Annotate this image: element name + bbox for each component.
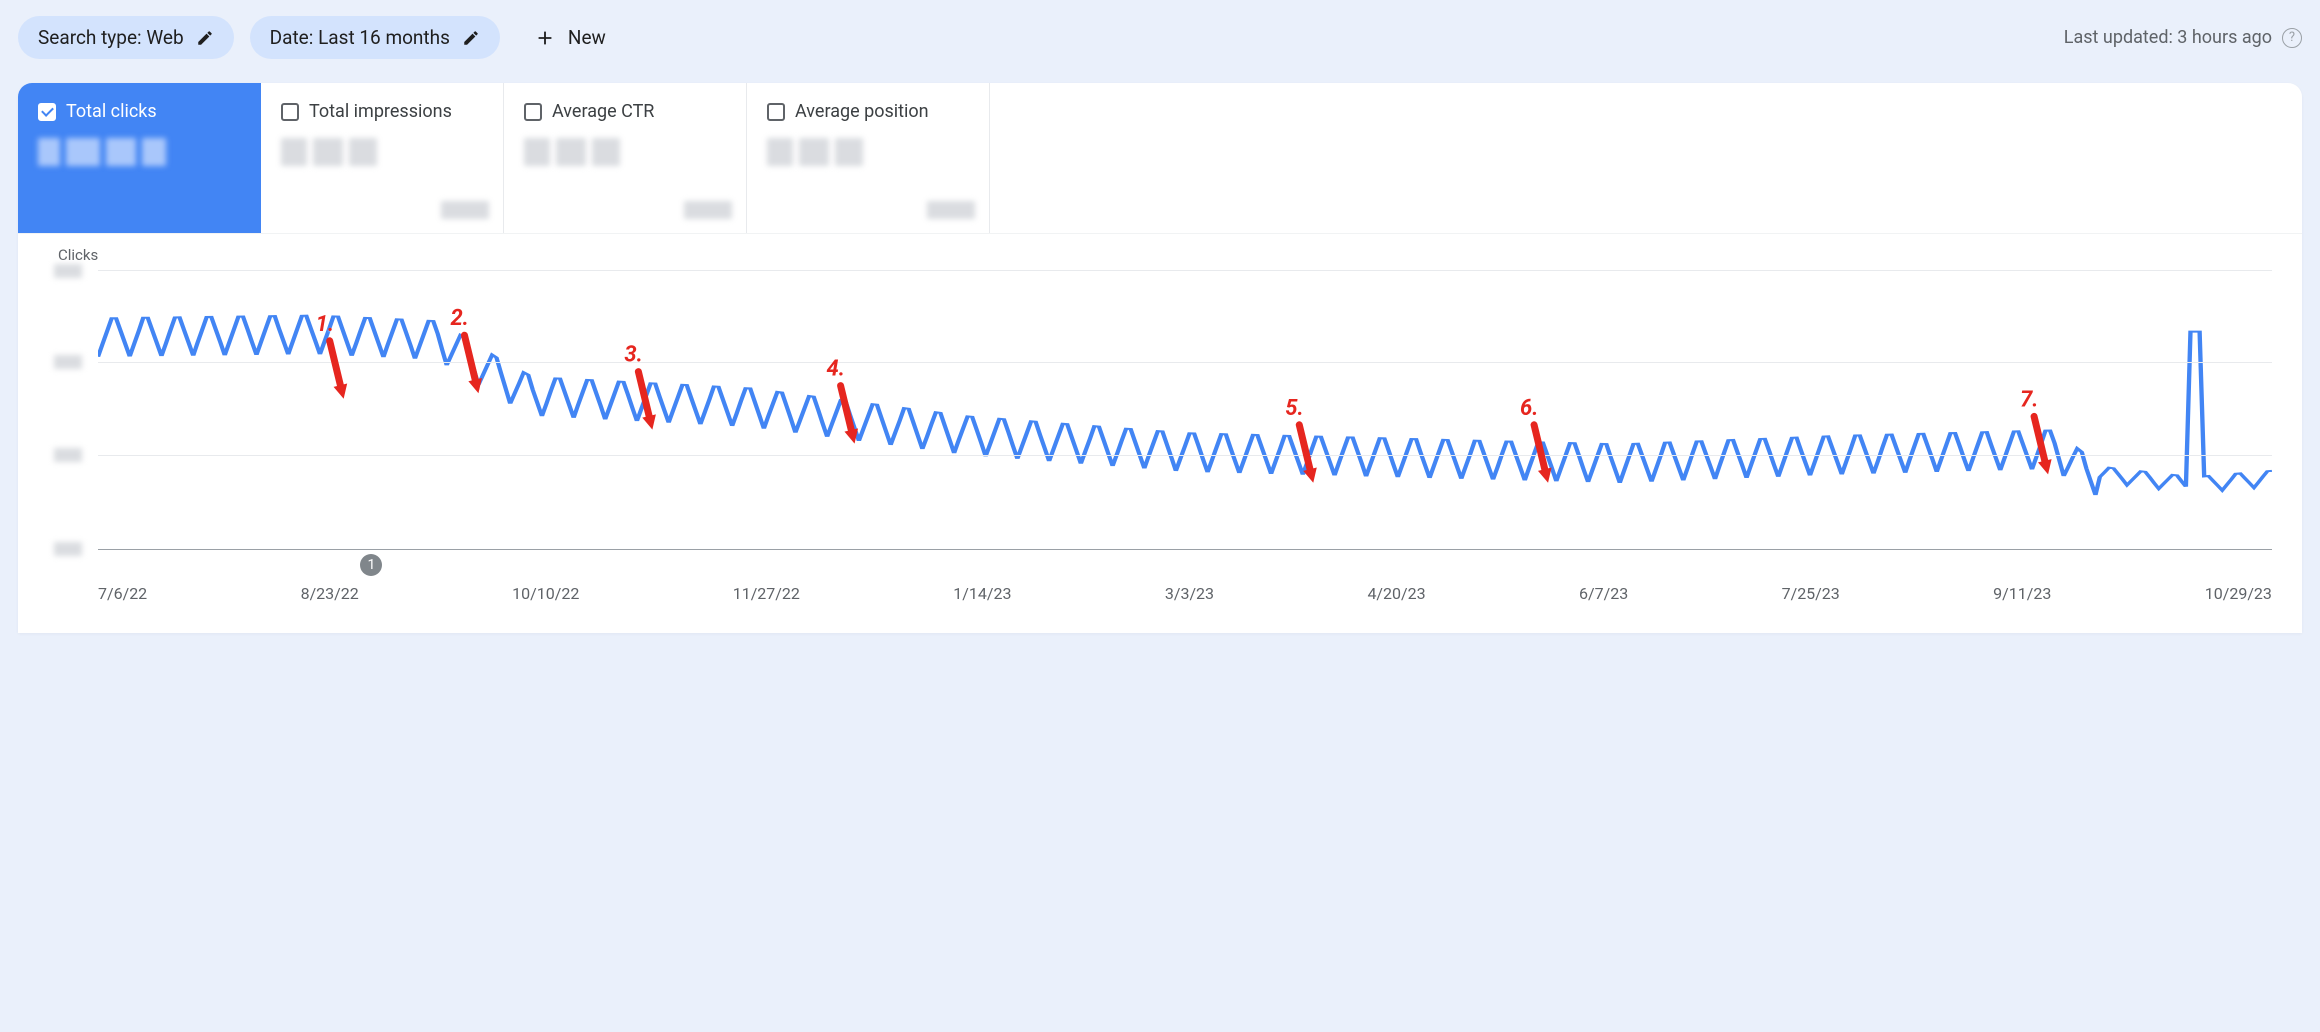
- last-updated-text: Last updated: 3 hours ago: [2064, 27, 2272, 48]
- y-tick-redacted: [54, 542, 82, 556]
- checkbox-icon: [767, 103, 785, 121]
- new-label: New: [568, 26, 606, 49]
- search-type-chip[interactable]: Search type: Web: [18, 16, 234, 59]
- metric-tab-clicks[interactable]: Total clicks: [18, 83, 261, 233]
- plus-icon: [534, 27, 556, 49]
- x-tick: 1/14/23: [953, 584, 1011, 603]
- pencil-icon: [196, 29, 214, 47]
- x-tick: 6/7/23: [1579, 584, 1628, 603]
- last-updated: Last updated: 3 hours ago ?: [2064, 27, 2302, 48]
- x-tick: 7/6/22: [98, 584, 147, 603]
- x-tick: 7/25/23: [1782, 584, 1840, 603]
- x-tick: 3/3/23: [1165, 584, 1214, 603]
- x-tick: 9/11/23: [1993, 584, 2051, 603]
- date-range-chip[interactable]: Date: Last 16 months: [250, 16, 500, 59]
- metric-label: Average CTR: [552, 101, 654, 122]
- y-tick-redacted: [54, 264, 82, 278]
- pencil-icon: [462, 29, 480, 47]
- checkbox-icon: [38, 103, 56, 121]
- y-axis-label: Clicks: [58, 246, 2272, 264]
- metric-value-redacted: [524, 138, 726, 166]
- chart-area: Clicks 1.2.3.4.5.6.7. 1 7/6/22 8/23/22 10/…: [18, 234, 2302, 603]
- date-range-label: Date: Last 16 months: [270, 26, 450, 49]
- y-tick-redacted: [54, 448, 82, 462]
- metric-value-redacted: [281, 138, 483, 166]
- metric-tab-ctr[interactable]: Average CTR: [504, 83, 747, 233]
- filter-bar: Search type: Web Date: Last 16 months Ne…: [0, 6, 2320, 83]
- search-type-label: Search type: Web: [38, 26, 184, 49]
- metric-label: Total impressions: [309, 101, 452, 122]
- help-icon[interactable]: ?: [2282, 28, 2302, 48]
- x-tick: 10/29/23: [2205, 584, 2272, 603]
- x-tick: 11/27/22: [733, 584, 800, 603]
- performance-card: Total clicks Total impressions Average CTR…: [18, 83, 2302, 633]
- metric-value-redacted: [767, 138, 969, 166]
- y-tick-redacted: [54, 355, 82, 369]
- plot[interactable]: 1.2.3.4.5.6.7.: [98, 270, 2272, 550]
- metric-label: Average position: [795, 101, 929, 122]
- x-axis: [98, 549, 2272, 550]
- metric-label: Total clicks: [66, 101, 157, 122]
- x-tick: 10/10/22: [512, 584, 579, 603]
- add-filter-button[interactable]: New: [524, 18, 616, 57]
- event-marker[interactable]: 1: [360, 554, 382, 576]
- metric-tabs: Total clicks Total impressions Average CTR…: [18, 83, 2302, 234]
- clicks-line: [98, 270, 2272, 550]
- checkbox-icon: [281, 103, 299, 121]
- metric-tab-impressions[interactable]: Total impressions: [261, 83, 504, 233]
- x-tick: 4/20/23: [1367, 584, 1425, 603]
- metric-value-redacted: [38, 138, 241, 166]
- x-tick: 8/23/22: [301, 584, 359, 603]
- checkbox-icon: [524, 103, 542, 121]
- metric-tab-position[interactable]: Average position: [747, 83, 990, 233]
- x-axis-ticks: 7/6/22 8/23/22 10/10/22 11/27/22 1/14/23 3/3/…: [98, 584, 2272, 603]
